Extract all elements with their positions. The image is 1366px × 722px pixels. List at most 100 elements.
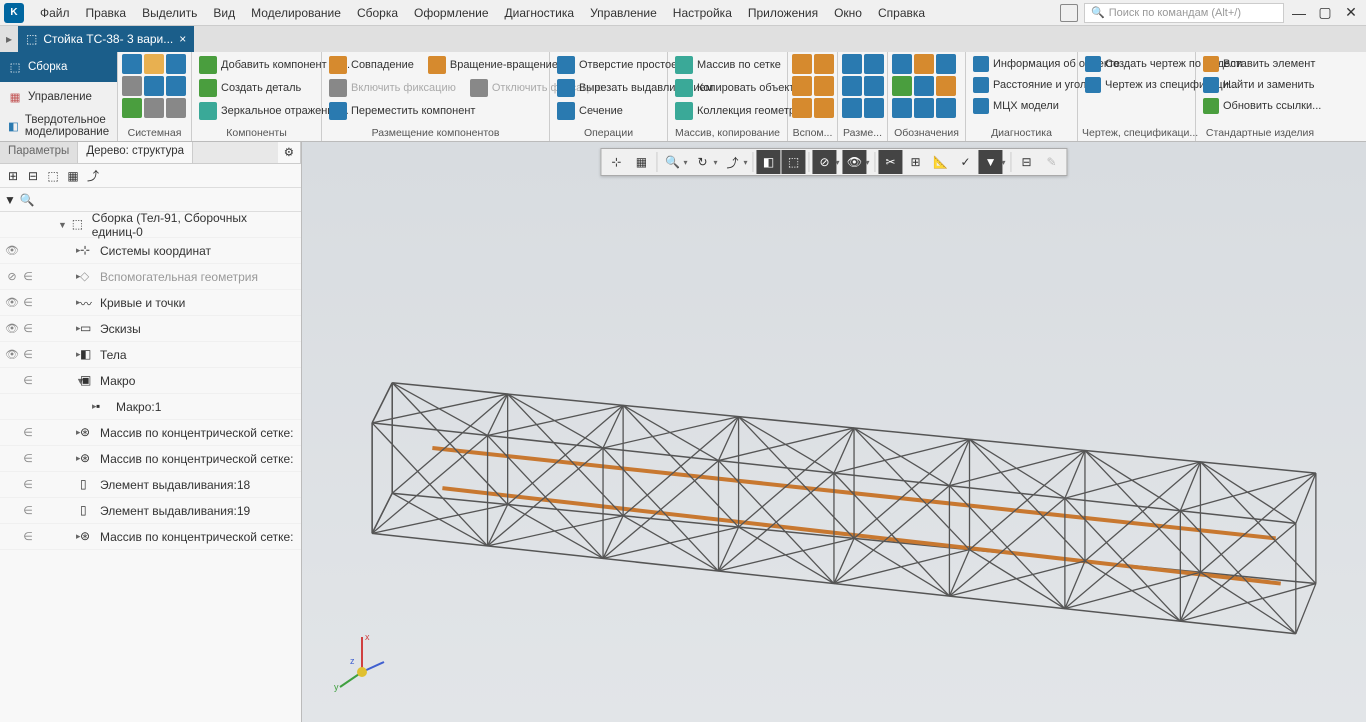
find-replace-button[interactable]: Найти и заменить — [1200, 75, 1317, 95]
update-links-button[interactable]: Обновить ссылки... — [1200, 96, 1324, 116]
section-button[interactable]: Сечение — [554, 100, 626, 122]
aux-icon[interactable] — [792, 98, 812, 118]
wireframe-icon[interactable]: ⬚ — [782, 150, 806, 174]
minimize-button[interactable]: — — [1288, 2, 1310, 24]
visibility-icon[interactable]: 👁 — [4, 296, 20, 309]
enable-fix-button[interactable]: Включить фиксацию — [326, 77, 459, 99]
open-icon[interactable] — [144, 54, 164, 74]
tree-root[interactable]: ▼ ⬚ Сборка (Тел-91, Сборочных единиц-0 — [0, 212, 301, 238]
explode-icon[interactable]: ⊞ — [904, 150, 928, 174]
mass-props-button[interactable]: МЦХ модели — [970, 96, 1062, 116]
panel-tab-params[interactable]: Параметры — [0, 142, 78, 163]
check-icon[interactable]: ✓ — [954, 150, 978, 174]
menu-assembly[interactable]: Сборка — [349, 3, 406, 23]
note-icon[interactable] — [914, 76, 934, 96]
note-icon[interactable] — [892, 54, 912, 74]
insert-element-button[interactable]: Вставить элемент — [1200, 54, 1318, 74]
dim-icon[interactable] — [842, 54, 862, 74]
visibility-off-icon[interactable]: ⊘ — [4, 270, 20, 283]
menu-window[interactable]: Окно — [826, 3, 870, 23]
menu-file[interactable]: Файл — [32, 3, 78, 23]
aux-icon[interactable] — [792, 54, 812, 74]
menu-settings[interactable]: Настройка — [665, 3, 740, 23]
maximize-button[interactable]: ▢ — [1314, 2, 1336, 24]
rotation-button[interactable]: Вращение-вращение — [425, 54, 561, 76]
menu-annotation[interactable]: Оформление — [406, 3, 496, 23]
tree-grid-icon[interactable]: ▦ — [64, 167, 82, 185]
filter-view-icon[interactable]: ▼ — [979, 150, 1003, 174]
tree-item-macro[interactable]: ∈▼▣Макро — [0, 368, 301, 394]
tree-item-curves[interactable]: 👁∈▸〰Кривые и точки — [0, 290, 301, 316]
filter-icon[interactable]: ▼ — [4, 193, 16, 207]
distance-button[interactable]: Расстояние и угол — [970, 75, 1089, 95]
note-icon[interactable] — [914, 54, 934, 74]
tree-item-array3[interactable]: ∈▸⊛Массив по концентрической сетке: — [0, 524, 301, 550]
menu-view[interactable]: Вид — [205, 3, 243, 23]
edit-icon[interactable]: ✎ — [1040, 150, 1064, 174]
menu-help[interactable]: Справка — [870, 3, 933, 23]
visibility-icon[interactable]: 👁 — [4, 244, 20, 257]
ribbon-tab-solid[interactable]: ◧Твердотельное моделирование — [0, 111, 117, 141]
tree-item-array1[interactable]: ∈▸⊛Массив по концентрической сетке: — [0, 420, 301, 446]
tree-view3-icon[interactable]: ⬚ — [44, 167, 62, 185]
panel-settings-icon[interactable]: ⚙ — [278, 142, 301, 163]
visibility-icon[interactable]: 👁 — [4, 348, 20, 361]
note-icon[interactable] — [892, 98, 912, 118]
aux-icon[interactable] — [814, 54, 834, 74]
panel-tab-tree[interactable]: Дерево: структура — [78, 142, 193, 163]
print-icon[interactable] — [122, 76, 142, 96]
tree-item-cs[interactable]: 👁▸⊹Системы координат — [0, 238, 301, 264]
3d-viewport[interactable]: ⊹ ▦ 🔍▾ ↻▾ ⤴▾ ◧ ⬚ ⊘▾ 👁▾ ✂ ⊞ 📐 ✓ ▼▾ ⊟ ✎ — [302, 142, 1366, 722]
view-grid-icon[interactable]: ▦ — [629, 150, 653, 174]
zoom-fit-icon[interactable]: 🔍 — [660, 150, 684, 174]
tree-item-array2[interactable]: ∈▸⊛Массив по концентрической сетке: — [0, 446, 301, 472]
tree-item-sketches[interactable]: 👁∈▸▭Эскизы — [0, 316, 301, 342]
tree-expand-icon[interactable]: ⤴ — [84, 167, 102, 185]
dim-icon[interactable] — [842, 76, 862, 96]
tab-close-icon[interactable]: × — [179, 32, 186, 46]
coincide-button[interactable]: Совпадение — [326, 54, 417, 76]
axis-gizmo[interactable]: x y z — [332, 632, 392, 692]
tree-item-extrude2[interactable]: ∈▯Элемент выдавливания:19 — [0, 498, 301, 524]
close-button[interactable]: ✕ — [1340, 2, 1362, 24]
redo-icon[interactable] — [166, 76, 186, 96]
shade-icon[interactable]: ◧ — [757, 150, 781, 174]
undo-icon[interactable] — [144, 76, 164, 96]
view-origin-icon[interactable]: ⊹ — [604, 150, 628, 174]
hide-icon[interactable]: ⊘ — [813, 150, 837, 174]
tree-view2-icon[interactable]: ⊟ — [24, 167, 42, 185]
menu-diagnostics[interactable]: Диагностика — [497, 3, 583, 23]
dim-icon[interactable] — [864, 54, 884, 74]
menu-edit[interactable]: Правка — [78, 3, 135, 23]
dim-icon[interactable] — [864, 98, 884, 118]
collapse-icon[interactable]: ▼ — [58, 220, 68, 230]
copy-objects-button[interactable]: Копировать объекты — [672, 77, 805, 99]
hole-button[interactable]: Отверстие простое — [554, 54, 680, 76]
create-part-button[interactable]: Создать деталь — [196, 77, 304, 99]
grid-array-button[interactable]: Массив по сетке — [672, 54, 784, 76]
aux-icon[interactable] — [814, 98, 834, 118]
measure-icon[interactable]: 📐 — [929, 150, 953, 174]
ribbon-tab-assembly[interactable]: ⬚Сборка — [0, 52, 117, 82]
copy-props-icon[interactable] — [122, 98, 142, 118]
tree-item-macro1[interactable]: ▸▪Макро:1 — [0, 394, 301, 420]
aux-icon[interactable] — [792, 76, 812, 96]
tree-view-icon[interactable]: ⊞ — [4, 167, 22, 185]
note-icon[interactable] — [892, 76, 912, 96]
orient2-icon[interactable]: ⤴ — [720, 150, 744, 174]
ribbon-tab-manage[interactable]: ▦Управление — [0, 82, 117, 112]
aux-icon[interactable] — [814, 76, 834, 96]
document-tab[interactable]: ⬚ Стойка ТС-38- 3 вари... × — [18, 26, 194, 52]
config-icon[interactable]: ⊟ — [1015, 150, 1039, 174]
tab-list-icon[interactable]: ▸ — [0, 30, 18, 48]
windows-icon[interactable] — [1060, 4, 1078, 22]
command-search[interactable]: 🔍Поиск по командам (Alt+/) — [1084, 3, 1284, 23]
dim-icon[interactable] — [842, 98, 862, 118]
menu-modeling[interactable]: Моделирование — [243, 3, 349, 23]
show-icon[interactable]: 👁 — [843, 150, 867, 174]
note-icon[interactable] — [936, 98, 956, 118]
props-icon[interactable] — [144, 98, 164, 118]
orient-icon[interactable]: ↻ — [690, 150, 714, 174]
menu-apps[interactable]: Приложения — [740, 3, 826, 23]
visibility-icon[interactable]: 👁 — [4, 322, 20, 335]
